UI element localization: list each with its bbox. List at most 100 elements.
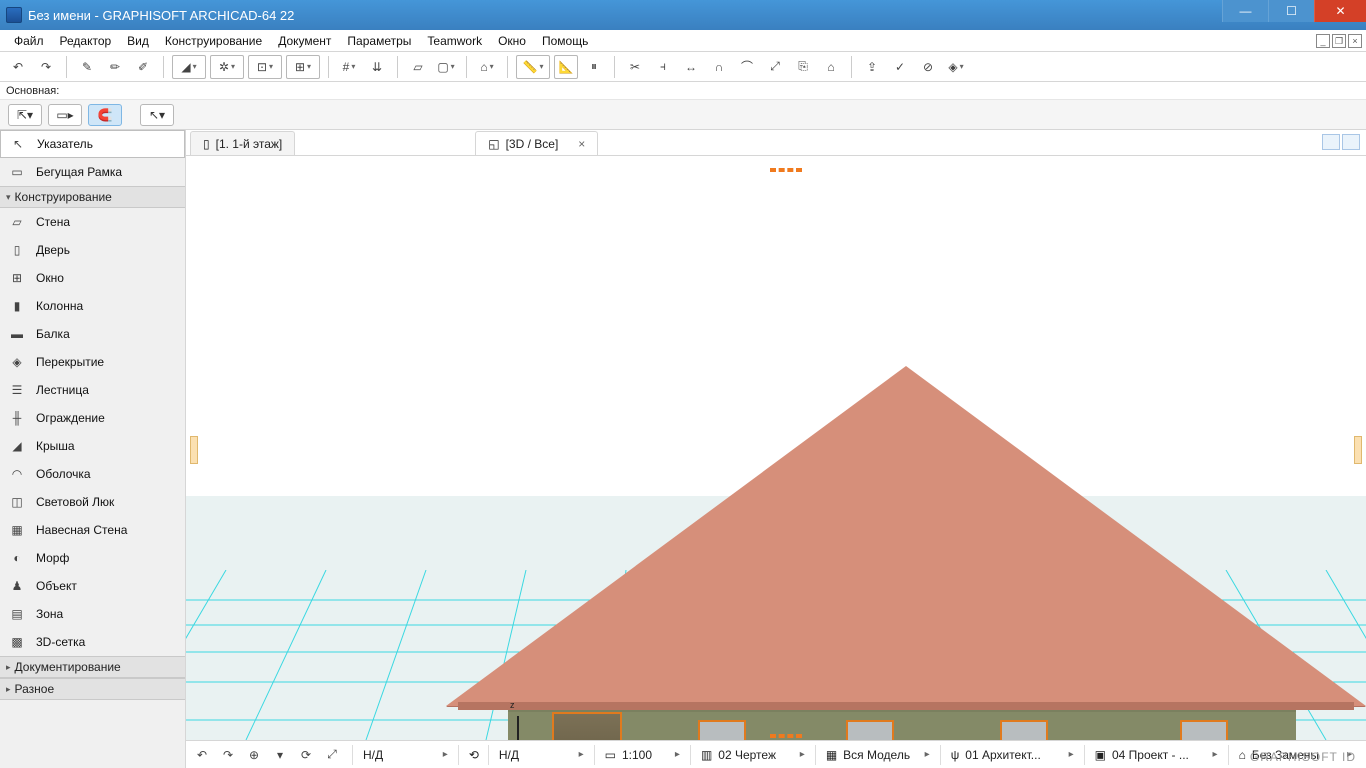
edge-handle-left[interactable] <box>190 436 198 464</box>
toolbox: ↖ Указатель ▭ Бегущая Рамка ▾Конструиров… <box>0 130 186 768</box>
tool-curtainwall[interactable]: ▦Навесная Стена <box>0 516 185 544</box>
menu-file[interactable]: Файл <box>6 31 52 51</box>
tab-floor-plan[interactable]: ▯ [1. 1-й этаж] <box>190 131 295 155</box>
tool-mesh[interactable]: ▩3D-сетка <box>0 628 185 656</box>
sb-fit-button[interactable]: ⤢ <box>320 745 344 765</box>
mdi-close-icon[interactable]: × <box>1348 34 1362 48</box>
tool-wall[interactable]: ▱Стена <box>0 208 185 236</box>
tool-shell[interactable]: ◠Оболочка <box>0 460 185 488</box>
sb-orientation-ico[interactable]: ⟲ <box>458 745 488 765</box>
trim-button[interactable]: ✂ <box>623 55 647 79</box>
model-window <box>846 720 894 740</box>
tab-close-button[interactable]: × <box>578 137 585 151</box>
home-3d-button[interactable]: ⌂ <box>819 55 843 79</box>
selection-mode-bar: ⇱▾ ▭▸ 🧲 ↖▾ <box>0 100 1366 130</box>
sb-partial-display[interactable]: ▦Вся Модель▸ <box>815 745 940 765</box>
team-options-button[interactable]: ◈ <box>944 55 968 79</box>
suspend-button[interactable]: ⏸ <box>582 55 606 79</box>
menu-edit[interactable]: Редактор <box>52 31 120 51</box>
sb-penset[interactable]: ▥02 Чертеж▸ <box>690 745 815 765</box>
tab-3d[interactable]: ◱ [3D / Все] × <box>475 131 598 155</box>
resize-button[interactable]: ⤢ <box>763 55 787 79</box>
pick-button[interactable]: ✎ <box>75 55 99 79</box>
snap-points-button[interactable]: ⊡ <box>248 55 282 79</box>
menu-options[interactable]: Параметры <box>339 31 419 51</box>
view-switch-1-icon[interactable] <box>1322 134 1340 150</box>
sb-orientation[interactable]: Н/Д▸ <box>352 745 458 765</box>
adjust-button[interactable]: ↔ <box>679 55 703 79</box>
tool-railing[interactable]: ╫Ограждение <box>0 404 185 432</box>
tool-pointer[interactable]: ↖ Указатель <box>0 130 185 158</box>
mdi-restore-icon[interactable]: ❐ <box>1332 34 1346 48</box>
edge-handle-right[interactable] <box>1354 436 1362 464</box>
sb-back-button[interactable]: ↶ <box>190 745 214 765</box>
menu-help[interactable]: Помощь <box>534 31 596 51</box>
mdi-minimize-icon[interactable]: _ <box>1316 34 1330 48</box>
sb-zoom-button[interactable]: ⊕ <box>242 745 266 765</box>
team-reserve-button[interactable]: ✓ <box>888 55 912 79</box>
cursor-icon: ↖ <box>9 135 27 153</box>
maximize-button[interactable]: ☐ <box>1268 0 1314 22</box>
intersect-button[interactable]: ∩ <box>707 55 731 79</box>
team-release-button[interactable]: ⊘ <box>916 55 940 79</box>
split-button[interactable]: ⫞ <box>651 55 675 79</box>
tool-door[interactable]: ▯Дверь <box>0 236 185 264</box>
sb-layer-combo[interactable]: ψ01 Архитект...▸ <box>940 745 1084 765</box>
toolbox-section-misc[interactable]: ▸Разное <box>0 678 185 700</box>
tool-object[interactable]: ♟Объект <box>0 572 185 600</box>
toolbox-section-design[interactable]: ▾Конструирование <box>0 186 185 208</box>
offset-button[interactable]: ⎘ <box>791 55 815 79</box>
sb-zoom-field[interactable]: Н/Д▸ <box>488 745 594 765</box>
snap-guides-button[interactable]: ◢ <box>172 55 206 79</box>
fillet-button[interactable]: ⌒ <box>735 55 759 79</box>
sb-zoom-drop-button[interactable]: ▾ <box>268 745 292 765</box>
menu-document[interactable]: Документ <box>270 31 339 51</box>
team-send-button[interactable]: ⇪ <box>860 55 884 79</box>
measure-button[interactable]: ✏ <box>103 55 127 79</box>
tool-morph[interactable]: ◐Морф <box>0 544 185 572</box>
mode-quick-select-button[interactable]: 🧲 <box>88 104 122 126</box>
ruler-button[interactable]: 📏 <box>516 55 550 79</box>
tool-slab[interactable]: ◈Перекрытие <box>0 348 185 376</box>
snap-lines-button[interactable]: ✲ <box>210 55 244 79</box>
edge-marker-top[interactable] <box>770 168 802 172</box>
gravity-button[interactable]: ⇊ <box>365 55 389 79</box>
tool-zone[interactable]: ▤Зона <box>0 600 185 628</box>
highlighter-button[interactable]: ✐ <box>131 55 155 79</box>
sb-dimensions[interactable]: ▣04 Проект - ...▸ <box>1084 745 1228 765</box>
view-switch-2-icon[interactable] <box>1342 134 1360 150</box>
menu-teamwork[interactable]: Teamwork <box>419 31 490 51</box>
undo-button[interactable]: ↶ <box>6 55 30 79</box>
edge-marker-bottom[interactable] <box>770 734 802 738</box>
plane-button[interactable]: ▱ <box>406 55 430 79</box>
plane-options-button[interactable]: ▢ <box>434 55 458 79</box>
grid-snap-button[interactable]: # <box>337 55 361 79</box>
tool-beam[interactable]: ▬Балка <box>0 320 185 348</box>
wall-icon: ▱ <box>8 213 26 231</box>
menu-view[interactable]: Вид <box>119 31 157 51</box>
sb-forward-button[interactable]: ↷ <box>216 745 240 765</box>
close-button[interactable]: ✕ <box>1314 0 1366 22</box>
favorite-button[interactable]: ⌂ <box>475 55 499 79</box>
redo-button[interactable]: ↷ <box>34 55 58 79</box>
tool-window[interactable]: ⊞Окно <box>0 264 185 292</box>
tool-marquee[interactable]: ▭ Бегущая Рамка <box>0 158 185 186</box>
mode-arrow-button[interactable]: ⇱▾ <box>8 104 42 126</box>
ruler-2-button[interactable]: 📐 <box>554 55 578 79</box>
tool-skylight[interactable]: ◫Световой Люк <box>0 488 185 516</box>
menu-window[interactable]: Окно <box>490 31 534 51</box>
titlebar: Без имени - GRAPHISOFT ARCHICAD-64 22 — … <box>0 0 1366 30</box>
tool-column[interactable]: ▮Колонна <box>0 292 185 320</box>
marquee-icon: ▭ <box>8 163 26 181</box>
mode-marquee-button[interactable]: ▭▸ <box>48 104 82 126</box>
minimize-button[interactable]: — <box>1222 0 1268 22</box>
mode-pointer-options-button[interactable]: ↖▾ <box>140 104 174 126</box>
menu-design[interactable]: Конструирование <box>157 31 270 51</box>
snap-elements-button[interactable]: ⊞ <box>286 55 320 79</box>
tool-roof[interactable]: ◢Крыша <box>0 432 185 460</box>
sb-orbit-button[interactable]: ⟳ <box>294 745 318 765</box>
sb-scale[interactable]: ▭1:100▸ <box>594 745 690 765</box>
tool-stair[interactable]: ☰Лестница <box>0 376 185 404</box>
viewport-3d[interactable]: zx <box>186 156 1366 740</box>
toolbox-section-document[interactable]: ▸Документирование <box>0 656 185 678</box>
